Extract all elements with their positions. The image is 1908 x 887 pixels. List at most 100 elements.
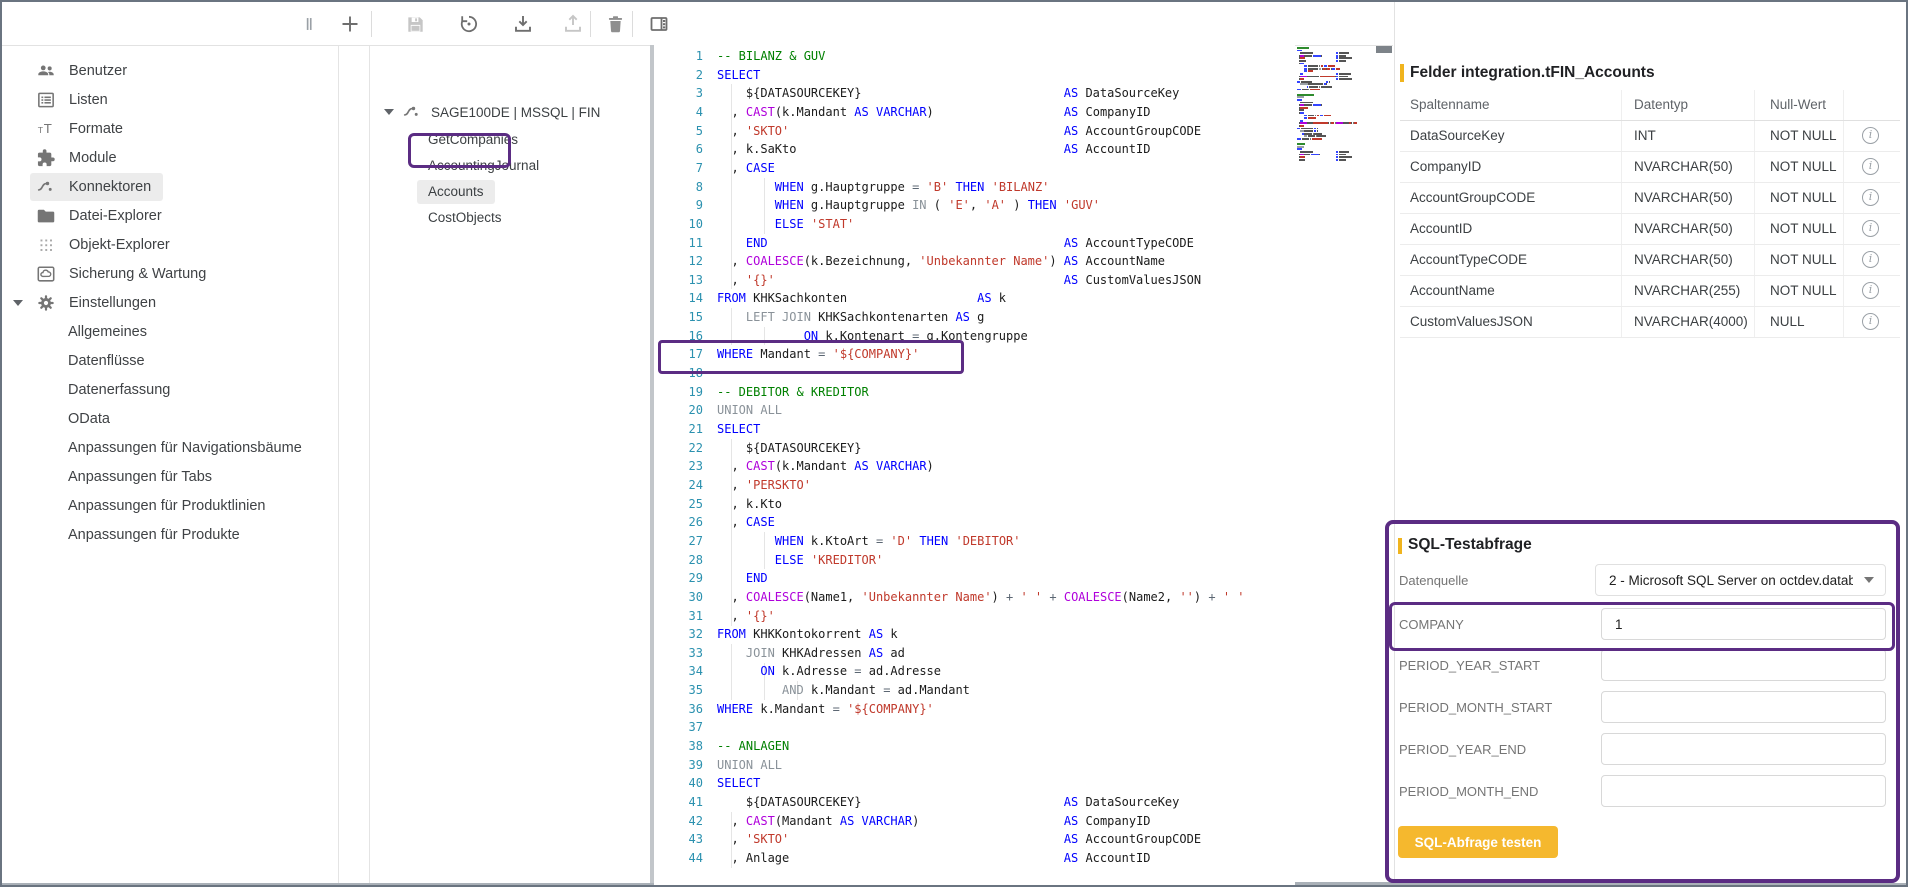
drag-handle-button[interactable]	[294, 9, 324, 39]
sidebar-item-sicherung-wartung[interactable]: Sicherung & Wartung	[2, 259, 338, 288]
code-line-25: 25 , k.Kto	[654, 495, 1295, 514]
period_year_end-input[interactable]	[1601, 733, 1886, 765]
info-icon[interactable]: i	[1862, 189, 1879, 206]
company-input[interactable]	[1601, 608, 1886, 640]
test-sql-query-button[interactable]: SQL-Abfrage testen	[1398, 826, 1558, 858]
code-line-9: 9 WHEN g.Hauptgruppe IN ( 'E', 'A' ) THE…	[654, 196, 1295, 215]
chevron-down-icon	[1864, 577, 1874, 583]
code-line-34: 34 ON k.Adresse = ad.Adresse	[654, 662, 1295, 681]
grid-icon	[35, 234, 57, 256]
code-line-24: 24 , 'PERSKTO'	[654, 476, 1295, 495]
column-header: Datentyp	[1634, 97, 1688, 112]
code-line-19: 19-- DEBITOR & KREDITOR	[654, 383, 1295, 402]
app-window: BenutzerListenTTFormateModuleKonnektoren…	[0, 0, 1908, 887]
import-button[interactable]	[508, 9, 538, 39]
datasource-select[interactable]: 2 - Microsoft SQL Server on octdev.datab…	[1595, 564, 1886, 596]
sidebar-item-benutzer[interactable]: Benutzer	[2, 56, 338, 85]
sidebar-item-label: Anpassungen für Produkte	[68, 527, 240, 543]
tree-item-label: GetCompanies	[428, 132, 518, 147]
code-line-4: 4 , CAST(k.Mandant AS VARCHAR) AS Compan…	[654, 103, 1295, 122]
toolbar	[2, 2, 1393, 46]
add-button[interactable]	[335, 9, 365, 39]
tree-item-label: CostObjects	[428, 210, 502, 225]
code-line-16: 16 ON k.Kontenart = g.Kontengruppe	[654, 327, 1295, 346]
toolbar-separator	[590, 11, 591, 37]
people-icon	[35, 60, 57, 82]
period_month_start-input[interactable]	[1601, 691, 1886, 723]
tree-item-getcompanies[interactable]: GetCompanies	[417, 127, 529, 153]
sidebar-item-datenflüsse[interactable]: Datenflüsse	[2, 346, 338, 375]
param-row-company: COMPANY	[1399, 608, 1886, 640]
layout-button[interactable]	[644, 9, 674, 39]
sidebar-item-datenerfassung[interactable]: Datenerfassung	[2, 375, 338, 404]
svg-text:T: T	[44, 121, 52, 136]
sidebar-item-label: OData	[68, 411, 110, 427]
sidebar-item-anpassungen-für-produktlinien[interactable]: Anpassungen für Produktlinien	[2, 491, 338, 520]
delete-button[interactable]	[600, 9, 630, 39]
sidebar-item-anpassungen-für-produkte[interactable]: Anpassungen für Produkte	[2, 520, 338, 549]
column-divider	[1621, 90, 1622, 338]
code-line-38: 38-- ANLAGEN	[654, 737, 1295, 756]
param-label: COMPANY	[1399, 617, 1464, 632]
sidebar-item-konnektoren[interactable]: Konnektoren	[2, 172, 338, 201]
sidebar-item-label: Anpassungen für Produktlinien	[68, 498, 266, 514]
info-icon[interactable]: i	[1862, 313, 1879, 330]
info-icon[interactable]: i	[1862, 158, 1879, 175]
sidebar-item-module[interactable]: Module	[2, 143, 338, 172]
datasource-row: Datenquelle 2 - Microsoft SQL Server on …	[1399, 564, 1886, 596]
minimap-line	[1297, 89, 1320, 91]
sidebar-item-formate[interactable]: TTFormate	[2, 114, 338, 143]
param-label: PERIOD_MONTH_END	[1399, 784, 1538, 799]
info-icon[interactable]: i	[1862, 251, 1879, 268]
tree-item-accountingjournal[interactable]: AccountingJournal	[417, 153, 550, 179]
navigation-sidebar: BenutzerListenTTFormateModuleKonnektoren…	[2, 46, 339, 883]
param-row-period_month_start: PERIOD_MONTH_START	[1399, 691, 1886, 723]
code-line-28: 28 ELSE 'KREDITOR'	[654, 551, 1295, 570]
code-line-31: 31 , '{}'	[654, 607, 1295, 626]
sidebar-item-odata[interactable]: OData	[2, 404, 338, 433]
tree-root-connector[interactable]: SAGE100DE | MSSQL | FIN	[384, 99, 600, 125]
editor-scrollbar[interactable]	[1374, 45, 1394, 883]
scrollbar-thumb[interactable]	[1376, 46, 1392, 53]
sidebar-item-label: Datenflüsse	[68, 353, 145, 369]
chevron-down-icon[interactable]	[384, 109, 394, 115]
code-line-18: 18	[654, 364, 1295, 383]
backup-icon	[35, 263, 57, 285]
period_month_end-input[interactable]	[1601, 775, 1886, 807]
code-line-20: 20UNION ALL	[654, 401, 1295, 420]
column-divider	[1843, 90, 1844, 338]
code-line-12: 12 , COALESCE(k.Bezeichnung, 'Unbekannte…	[654, 252, 1295, 271]
sidebar-item-allgemeines[interactable]: Allgemeines	[2, 317, 338, 346]
datasource-value: 2 - Microsoft SQL Server on octdev.datab…	[1609, 573, 1853, 588]
code-line-5: 5 , 'SKTO' AS AccountGroupCODE	[654, 122, 1295, 141]
sidebar-item-anpassungen-für-navigationsbäume[interactable]: Anpassungen für Navigationsbäume	[2, 433, 338, 462]
code-line-27: 27 WHEN k.KtoArt = 'D' THEN 'DEBITOR'	[654, 532, 1295, 551]
sidebar-item-anpassungen-für-tabs[interactable]: Anpassungen für Tabs	[2, 462, 338, 491]
code-line-22: 22 ${DATASOURCEKEY}	[654, 439, 1295, 458]
sidebar-item-objekt-explorer[interactable]: Objekt-Explorer	[2, 230, 338, 259]
sidebar-item-einstellungen[interactable]: Einstellungen	[2, 288, 338, 317]
chevron-down-icon[interactable]	[13, 300, 23, 306]
tree-item-costobjects[interactable]: CostObjects	[417, 205, 513, 231]
sidebar-item-datei-explorer[interactable]: Datei-Explorer	[2, 201, 338, 230]
info-icon[interactable]: i	[1862, 220, 1879, 237]
connector-icon	[401, 101, 423, 123]
code-line-36: 36WHERE k.Mandant = '${COMPANY}'	[654, 700, 1295, 719]
code-line-40: 40SELECT	[654, 774, 1295, 793]
history-button[interactable]	[454, 9, 484, 39]
sql-editor[interactable]: 1-- BILANZ & GUV2SELECT3 ${DATASOURCEKEY…	[654, 45, 1295, 885]
tree-item-accounts[interactable]: Accounts	[417, 179, 495, 205]
code-line-10: 10 ELSE 'STAT'	[654, 215, 1295, 234]
code-line-6: 6 , k.SaKto AS AccountID	[654, 140, 1295, 159]
module-icon	[35, 147, 57, 169]
info-icon[interactable]: i	[1862, 127, 1879, 144]
period_year_start-input[interactable]	[1601, 649, 1886, 681]
code-line-33: 33 JOIN KHKAdressen AS ad	[654, 644, 1295, 663]
minimap[interactable]	[1295, 47, 1374, 177]
list-icon	[35, 89, 57, 111]
code-line-32: 32FROM KHKKontokorrent AS k	[654, 625, 1295, 644]
tree-root-label: SAGE100DE | MSSQL | FIN	[431, 105, 600, 120]
code-line-1: 1-- BILANZ & GUV	[654, 47, 1295, 66]
sidebar-item-listen[interactable]: Listen	[2, 85, 338, 114]
info-icon[interactable]: i	[1862, 282, 1879, 299]
